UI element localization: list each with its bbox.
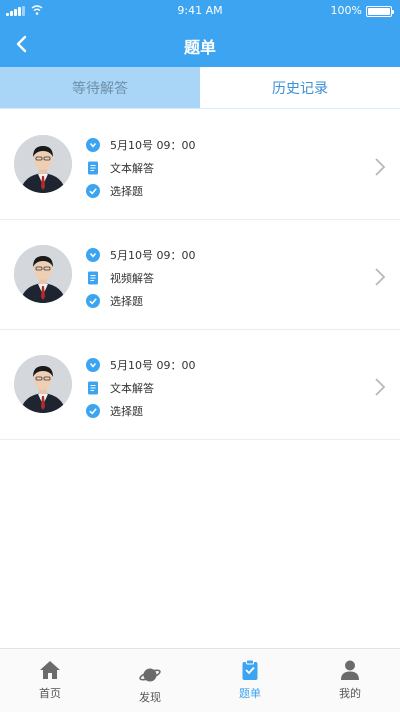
item-question-type: 选择题 (110, 185, 143, 198)
item-answer-type: 视频解答 (110, 272, 154, 285)
item-question-type: 选择题 (110, 295, 143, 308)
nav-label: 我的 (339, 687, 361, 700)
tab-bar: 等待解答 历史记录 (0, 67, 400, 109)
avatar (14, 135, 72, 193)
nav-question-list[interactable]: 题单 (200, 649, 300, 712)
check-circle-icon (86, 404, 100, 418)
app-header: 9:41 AM 100% 题单 (0, 0, 400, 67)
item-datetime: 5月10号 09：00 (110, 359, 196, 372)
item-answer-type: 文本解答 (110, 382, 154, 395)
page-title: 题单 (183, 38, 216, 57)
avatar (14, 245, 72, 303)
user-icon (341, 660, 359, 680)
planet-icon (139, 668, 161, 682)
chevron-right-icon[interactable] (374, 157, 386, 177)
list-item[interactable]: 5月10号 09：00 文本解答 选择题 (0, 110, 400, 220)
chevron-right-icon[interactable] (374, 377, 386, 397)
nav-label: 发现 (139, 691, 161, 704)
nav-me[interactable]: 我的 (300, 649, 400, 712)
check-circle-icon (86, 184, 100, 198)
nav-label: 题单 (239, 687, 261, 700)
chevron-right-icon[interactable] (374, 267, 386, 287)
battery-percent: 100% (330, 4, 362, 17)
question-list: 5月10号 09：00 文本解答 选择题 5月10号 09：00 视频解答 选择… (0, 110, 400, 440)
nav-home[interactable]: 首页 (0, 649, 100, 712)
avatar (14, 355, 72, 413)
item-datetime: 5月10号 09：00 (110, 249, 196, 262)
document-icon (88, 271, 98, 285)
clock-icon (86, 358, 100, 372)
document-icon (88, 381, 98, 395)
home-icon (40, 661, 60, 679)
tab-pending[interactable]: 等待解答 (0, 67, 200, 108)
item-datetime: 5月10号 09：00 (110, 139, 196, 152)
clock-icon (86, 138, 100, 152)
nav-label: 首页 (39, 687, 61, 700)
clipboard-icon (242, 659, 258, 680)
bottom-nav: 首页 发现 题单 我的 (0, 648, 400, 712)
list-item[interactable]: 5月10号 09：00 文本解答 选择题 (0, 330, 400, 440)
item-question-type: 选择题 (110, 405, 143, 418)
item-answer-type: 文本解答 (110, 162, 154, 175)
document-icon (88, 161, 98, 175)
clock-icon (86, 248, 100, 262)
nav-discover[interactable]: 发现 (100, 649, 200, 712)
list-item[interactable]: 5月10号 09：00 视频解答 选择题 (0, 220, 400, 330)
tab-history[interactable]: 历史记录 (200, 67, 400, 108)
check-circle-icon (86, 294, 100, 308)
status-bar: 9:41 AM 100% (0, 0, 400, 22)
battery-icon (366, 6, 394, 17)
